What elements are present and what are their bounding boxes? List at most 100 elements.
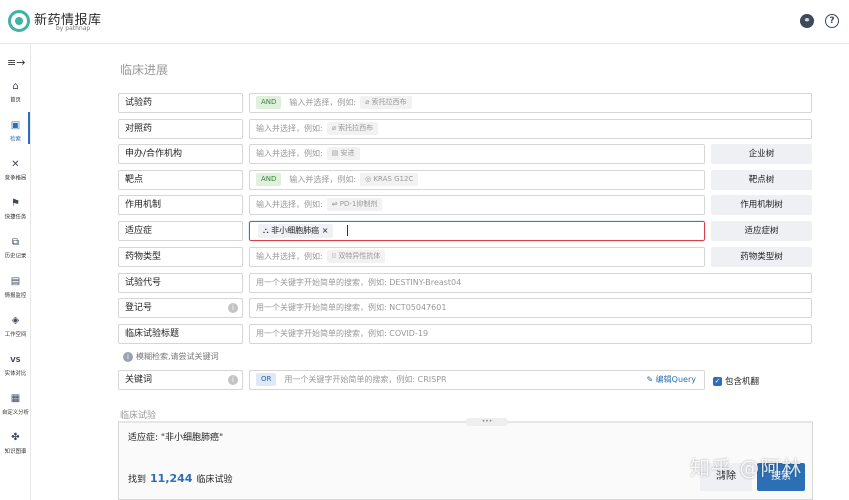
- text-cursor: [347, 225, 349, 236]
- sidebar-item-label: 知识图谱: [4, 448, 27, 455]
- input-placeholder: 输入并选择，例如:: [256, 200, 323, 209]
- hint-text: 模糊检索,请尝试关键词: [136, 352, 219, 361]
- field-label: 药物类型: [118, 247, 243, 267]
- example-chip: ▤ 安进: [326, 147, 360, 160]
- field-label: 靶点: [118, 170, 243, 190]
- field-label-text: 关键词: [125, 375, 153, 385]
- example-chip: ◎ KRAS G12C: [360, 173, 419, 186]
- fuzzy-search-hint: i 模糊检索,请尝试关键词: [123, 351, 219, 362]
- trial-title-input[interactable]: 用一个关键字开始简单的搜索，例如: COVID-19: [249, 324, 812, 344]
- analysis-icon: ▦: [10, 393, 21, 404]
- sidebar-item-home[interactable]: ⌂ 首页: [0, 81, 31, 104]
- example-chip: ⁞⁞ 双特异性抗体: [326, 250, 386, 263]
- sidebar-item-label: 首页: [10, 97, 21, 104]
- logo-subtitle: by pathnap: [56, 25, 91, 32]
- sidebar-item-knowledge-graph[interactable]: ✤ 知识图谱: [0, 432, 31, 455]
- active-filter-text: 适应症: "非小细胞肺癌": [128, 433, 224, 443]
- input-placeholder: 输入并选择，例如:: [289, 175, 357, 184]
- field-label: 临床试验标题: [118, 324, 243, 344]
- indication-input[interactable]: ⛬ 非小细胞肺癌 ×: [248, 220, 706, 242]
- sidebar-toggle-icon[interactable]: ≡→: [7, 56, 25, 69]
- registration-number-input[interactable]: 用一个关键字开始简单的搜索，例如: NCT05047601: [249, 298, 812, 318]
- sidebar-item-label: 竞争格局: [4, 175, 27, 182]
- selected-indication-label: ⛬ 非小细胞肺癌: [263, 225, 320, 235]
- field-label: 登记号 i: [118, 298, 243, 318]
- remove-chip-icon[interactable]: ×: [322, 226, 329, 235]
- info-icon: i: [123, 352, 133, 362]
- or-operator-tag[interactable]: OR: [256, 373, 277, 386]
- sidebar-item-label: 历史记录: [4, 253, 27, 260]
- field-label: 适应症: [118, 221, 243, 241]
- sidebar-item-search[interactable]: ▣ 检索: [0, 120, 31, 143]
- control-drug-input[interactable]: 输入并选择，例如: ⌀ 索托拉西布: [249, 119, 812, 139]
- competition-icon: ✕: [11, 159, 20, 170]
- home-icon: ⌂: [12, 81, 19, 92]
- checkbox-checked-icon: ✓: [713, 377, 722, 386]
- monitor-icon: ▤: [10, 276, 21, 287]
- trial-code-input[interactable]: 用一个关键字开始简单的搜索，例如: DESTINY-Breast04: [249, 273, 812, 293]
- input-placeholder: 输入并选择，例如:: [256, 124, 323, 133]
- sidebar-item-competition[interactable]: ✕ 竞争格局: [0, 159, 31, 182]
- selected-indication-chip[interactable]: ⛬ 非小细胞肺癌 ×: [258, 223, 334, 238]
- help-icon[interactable]: ?: [825, 14, 839, 28]
- sidebar-item-custom-analysis[interactable]: ▦ 自定义分析: [0, 393, 31, 416]
- edit-query-link[interactable]: ✎ 编辑Query: [646, 371, 696, 389]
- sidebar-item-quick-tasks[interactable]: ⚑ 快捷任务: [0, 198, 31, 221]
- field-label: 关键词 i: [118, 370, 243, 390]
- field-label-text: 登记号: [125, 303, 153, 313]
- sidebar-item-label: 自定义分析: [1, 409, 30, 416]
- workspace-icon: ◈: [11, 315, 20, 326]
- keyword-input[interactable]: OR 用一个关键字开始简单的搜索，例如: CRISPR ✎ 编辑Query: [249, 370, 705, 390]
- page-title: 临床进展: [120, 63, 169, 77]
- drug-type-input[interactable]: 输入并选择，例如: ⁞⁞ 双特异性抗体: [249, 247, 705, 267]
- include-machine-translation-checkbox[interactable]: ✓ 包含机翻: [713, 375, 759, 387]
- field-label: 作用机制: [118, 195, 243, 215]
- input-placeholder: 输入并选择，例如:: [256, 149, 323, 158]
- and-operator-tag[interactable]: AND: [256, 96, 282, 109]
- trials-section-title: 临床试验: [120, 411, 157, 421]
- result-count-number: 11,244: [150, 472, 193, 485]
- target-tree-button[interactable]: 靶点树: [711, 170, 812, 190]
- input-placeholder: 用一个关键字开始简单的搜索，例如: CRISPR: [284, 375, 447, 384]
- link-icon[interactable]: ⚭: [800, 14, 814, 28]
- sidebar-item-label: 情报监控: [4, 292, 27, 299]
- input-placeholder: 用一个关键字开始简单的搜索，例如: NCT05047601: [256, 303, 447, 312]
- result-count: 找到 11,244 临床试验: [128, 472, 232, 485]
- sidebar-item-workspace[interactable]: ◈ 工作空间: [0, 315, 31, 338]
- example-chip: ⌀ 索托拉西布: [360, 96, 412, 109]
- sidebar-item-history[interactable]: ⧉ 历史记录: [0, 237, 31, 260]
- sidebar-item-label: 检索: [10, 136, 21, 143]
- sidebar: ≡→ ⌂ 首页 ▣ 检索 ✕ 竞争格局 ⚑ 快捷任务 ⧉ 历史记录 ▤ 情报监控…: [0, 44, 31, 500]
- field-label: 试验药: [118, 93, 243, 113]
- mechanism-input[interactable]: 输入并选择，例如: ⇌ PD-1抑制剂: [249, 195, 705, 215]
- company-tree-button[interactable]: 企业树: [711, 144, 812, 164]
- info-icon[interactable]: i: [228, 375, 238, 385]
- checkbox-label: 包含机翻: [725, 377, 760, 387]
- search-icon: ▣: [10, 120, 21, 131]
- history-icon: ⧉: [11, 237, 20, 248]
- app-header: 新药情报库 by pathnap ⚭ ?: [0, 0, 849, 44]
- sidebar-item-compare[interactable]: VS 实体对比: [0, 354, 31, 377]
- graph-icon: ✤: [11, 432, 20, 443]
- field-label: 试验代号: [118, 273, 243, 293]
- sponsor-input[interactable]: 输入并选择，例如: ▤ 安进: [249, 144, 705, 164]
- target-input[interactable]: AND 输入并选择，例如: ◎ KRAS G12C: [249, 170, 705, 190]
- input-placeholder: 输入并选择，例如:: [289, 98, 357, 107]
- info-icon[interactable]: i: [228, 303, 238, 313]
- watermark: 知乎 @阿林: [690, 456, 803, 480]
- sidebar-item-monitor[interactable]: ▤ 情报监控: [0, 276, 31, 299]
- input-placeholder: 输入并选择，例如:: [256, 252, 323, 261]
- sidebar-item-label: 快捷任务: [4, 214, 27, 221]
- flag-icon: ⚑: [11, 198, 20, 209]
- sidebar-item-label: 实体对比: [4, 370, 27, 377]
- input-placeholder: 用一个关键字开始简单的搜索，例如: COVID-19: [256, 329, 429, 338]
- indication-tree-button[interactable]: 适应症树: [711, 221, 812, 241]
- sidebar-item-label: 工作空间: [4, 331, 27, 338]
- panel-resize-handle[interactable]: •••: [466, 418, 508, 426]
- mechanism-tree-button[interactable]: 作用机制树: [711, 195, 812, 215]
- drug-type-tree-button[interactable]: 药物类型树: [711, 247, 812, 267]
- trial-drug-input[interactable]: AND 输入并选择，例如: ⌀ 索托拉西布: [249, 93, 812, 113]
- and-operator-tag[interactable]: AND: [256, 173, 282, 186]
- logo-icon[interactable]: [8, 10, 30, 32]
- versus-icon: VS: [10, 356, 21, 364]
